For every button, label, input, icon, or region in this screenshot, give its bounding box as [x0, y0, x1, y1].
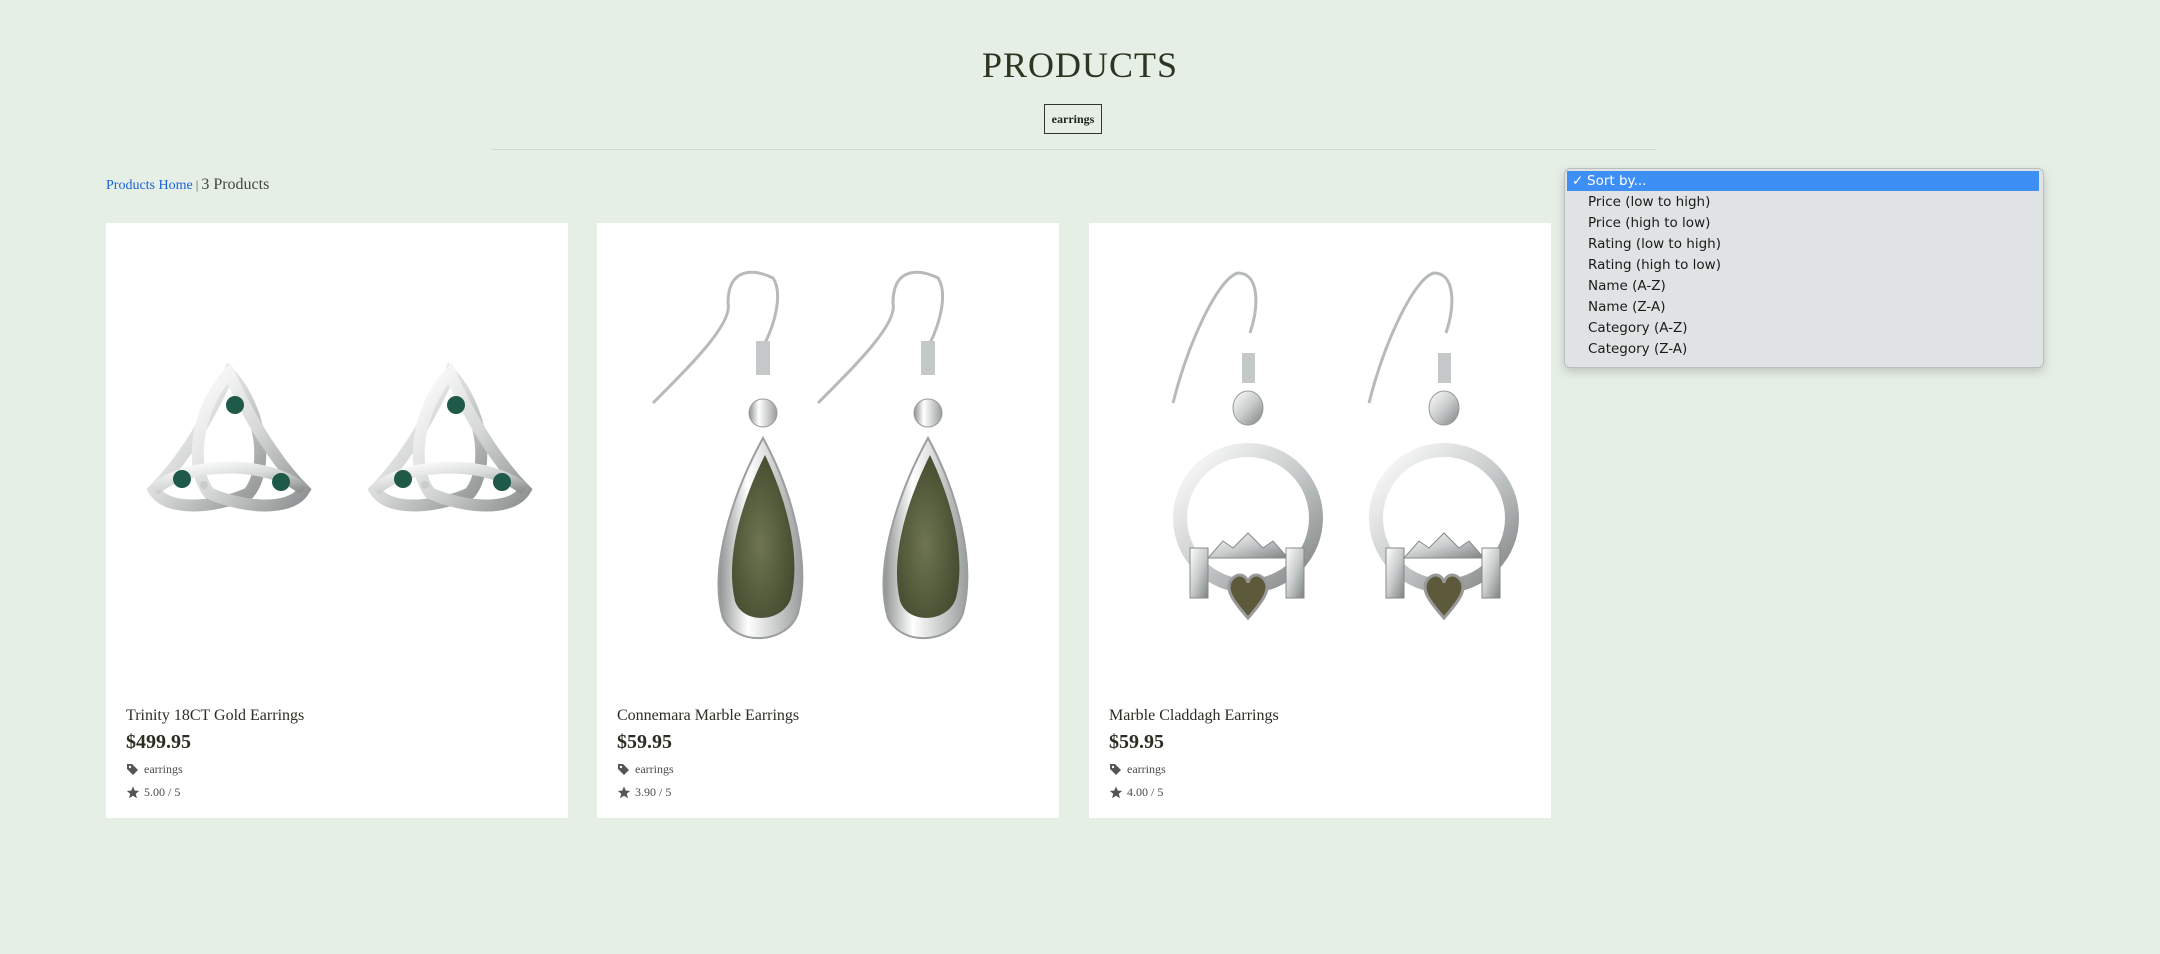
product-rating-label: 5.00 / 5 — [144, 785, 181, 799]
product-price: $59.95 — [1109, 731, 1164, 753]
product-name[interactable]: Trinity 18CT Gold Earrings — [126, 707, 304, 725]
checkmark-icon: ✓ — [1572, 173, 1584, 189]
star-icon — [126, 786, 140, 799]
product-category: earrings — [126, 762, 183, 777]
sort-option-name-desc[interactable]: Name (Z-A) — [1568, 297, 2038, 317]
star-icon — [617, 786, 631, 799]
product-category: earrings — [1109, 762, 1166, 777]
products-home-link[interactable]: Products Home — [106, 178, 193, 193]
product-category-label: earrings — [144, 762, 183, 776]
product-price: $59.95 — [617, 731, 672, 753]
filter-chip-earrings[interactable]: earrings — [1044, 104, 1102, 134]
sort-option-rating-desc[interactable]: Rating (high to low) — [1568, 255, 2038, 275]
sort-option-price-desc[interactable]: Price (high to low) — [1568, 213, 2038, 233]
product-rating-label: 4.00 / 5 — [1127, 785, 1164, 799]
product-card[interactable]: Trinity 18CT Gold Earrings $499.95 earri… — [106, 223, 568, 818]
tag-icon — [127, 764, 138, 775]
tag-icon — [1110, 764, 1121, 775]
page-title: PRODUCTS — [981, 45, 1179, 85]
product-name[interactable]: Marble Claddagh Earrings — [1109, 707, 1279, 725]
product-category: earrings — [617, 762, 674, 777]
product-card[interactable]: Connemara Marble Earrings $59.95 earring… — [597, 223, 1059, 818]
product-rating: 4.00 / 5 — [1109, 785, 1163, 800]
product-card[interactable]: Marble Claddagh Earrings $59.95 earrings… — [1089, 223, 1551, 818]
product-price: $499.95 — [126, 731, 191, 753]
star-icon — [1109, 786, 1123, 799]
divider — [492, 149, 1656, 150]
product-name[interactable]: Connemara Marble Earrings — [617, 707, 799, 725]
product-rating: 3.90 / 5 — [617, 785, 671, 800]
sort-option-label: Sort by... — [1587, 173, 1647, 189]
product-category-label: earrings — [635, 762, 674, 776]
sort-option-price-asc[interactable]: Price (low to high) — [1568, 192, 2038, 212]
product-count: 3 Products — [201, 176, 270, 193]
sort-option-category-desc[interactable]: Category (Z-A) — [1568, 339, 2038, 359]
product-image-connemara-earrings[interactable] — [597, 223, 1059, 683]
sort-option-category-asc[interactable]: Category (A-Z) — [1568, 318, 2038, 338]
product-image-claddagh-earrings[interactable] — [1089, 223, 1551, 683]
sort-option-default[interactable]: ✓ Sort by... — [1567, 171, 2039, 191]
product-image-trinity-earrings[interactable] — [106, 223, 568, 683]
product-category-label: earrings — [1127, 762, 1166, 776]
product-rating: 5.00 / 5 — [126, 785, 180, 800]
sort-option-name-asc[interactable]: Name (A-Z) — [1568, 276, 2038, 296]
tag-icon — [618, 764, 629, 775]
product-rating-label: 3.90 / 5 — [635, 785, 672, 799]
breadcrumb: Products Home | 3 Products — [106, 176, 269, 194]
sort-option-rating-asc[interactable]: Rating (low to high) — [1568, 234, 2038, 254]
sort-dropdown[interactable]: ✓ Sort by... Price (low to high) Price (h… — [1564, 168, 2044, 368]
